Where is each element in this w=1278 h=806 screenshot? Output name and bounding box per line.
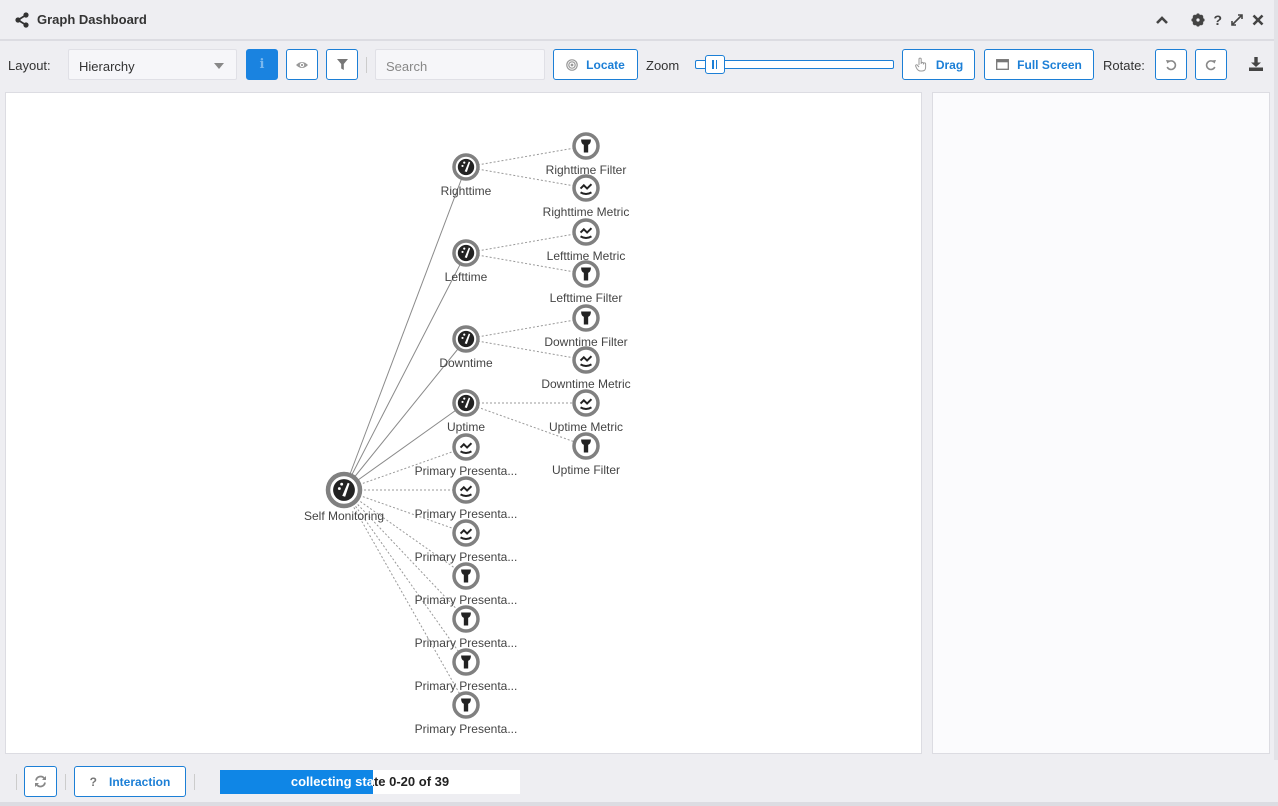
- rotate-right-button[interactable]: [1195, 49, 1227, 80]
- drag-label: Drag: [935, 57, 964, 72]
- info-icon: i: [259, 57, 265, 72]
- toolbar: Layout: Hierarchy i Search Locate Zoom D…: [0, 43, 1278, 88]
- rotate-label: Rotate:: [1103, 58, 1145, 73]
- node-label: Primary Presenta...: [415, 679, 518, 693]
- node-label: Primary Presenta...: [415, 550, 518, 564]
- graph-node[interactable]: Righttime: [441, 153, 492, 198]
- node-label: Lefttime: [445, 270, 488, 284]
- graph-node[interactable]: Primary Presenta...: [415, 476, 518, 521]
- graph-root-node[interactable]: Self Monitoring: [304, 471, 384, 523]
- node-label: Self Monitoring: [304, 509, 384, 523]
- locate-label: Locate: [586, 57, 625, 72]
- eye-icon: [296, 61, 308, 68]
- zoom-label: Zoom: [646, 58, 680, 73]
- footer-divider: [65, 774, 66, 790]
- filter-icon: [336, 59, 348, 70]
- node-label: Primary Presenta...: [415, 464, 518, 478]
- graph-edge: [343, 252, 467, 491]
- footer-bar: ? Interaction collecting state 0-20 of 3…: [0, 760, 1278, 802]
- graph-node[interactable]: Downtime Metric: [541, 346, 631, 391]
- node-label: Primary Presenta...: [415, 593, 518, 607]
- download-icon[interactable]: [1248, 56, 1264, 72]
- graph-node[interactable]: Primary Presenta...: [415, 605, 518, 650]
- node-label: Primary Presenta...: [415, 636, 518, 650]
- window-icon: [996, 59, 1010, 70]
- zoom-slider-handle[interactable]: [704, 55, 725, 74]
- layout-label: Layout:: [8, 58, 51, 73]
- search-placeholder: Search: [386, 59, 428, 74]
- graph-edge: [343, 166, 467, 491]
- node-label: Uptime Filter: [552, 463, 620, 477]
- info-button[interactable]: i: [246, 49, 278, 80]
- dashboard-gauge-icon: [457, 158, 475, 176]
- node-label: Uptime: [447, 420, 485, 434]
- help-icon[interactable]: ?: [1213, 10, 1222, 30]
- progress-text-inverse: collecting state 0-20 of 39: [290, 774, 373, 789]
- graph-node[interactable]: Primary Presenta...: [415, 691, 518, 736]
- full-screen-label: Full Screen: [1017, 57, 1082, 72]
- interaction-label: Interaction: [109, 774, 171, 789]
- graph-node[interactable]: Lefttime: [445, 239, 488, 284]
- graph-svg[interactable]: Righttime Righttime Filter Righttime Metri…: [6, 93, 923, 755]
- node-label: Righttime Metric: [543, 205, 630, 219]
- node-label: Primary Presenta...: [415, 722, 518, 736]
- details-panel: [932, 92, 1270, 754]
- help-icon: ?: [89, 774, 97, 789]
- share-icon: [15, 12, 29, 28]
- node-label: Primary Presenta...: [415, 507, 518, 521]
- title-bar: Graph Dashboard ?: [0, 0, 1278, 41]
- bottom-border: [0, 802, 1278, 806]
- graph-node[interactable]: Primary Presenta...: [415, 519, 518, 564]
- node-label: Lefttime Filter: [550, 291, 623, 305]
- filter-button[interactable]: [326, 49, 358, 80]
- rotate-cw-icon: [1205, 59, 1216, 70]
- graph-node[interactable]: Primary Presenta...: [415, 433, 518, 478]
- graph-canvas[interactable]: Righttime Righttime Filter Righttime Metri…: [5, 92, 922, 754]
- graph-node[interactable]: Primary Presenta...: [415, 562, 518, 607]
- drag-button[interactable]: Drag: [902, 49, 975, 80]
- node-label: Uptime Metric: [549, 420, 623, 434]
- graph-node[interactable]: Lefttime Filter: [550, 260, 623, 305]
- hand-pointer-icon: [914, 57, 926, 72]
- full-screen-button[interactable]: Full Screen: [984, 49, 1094, 80]
- footer-divider: [16, 774, 17, 790]
- collection-progress-bar: collecting state 0-20 of 39 collecting s…: [220, 770, 520, 794]
- graph-node[interactable]: Primary Presenta...: [415, 648, 518, 693]
- graph-node[interactable]: Uptime Filter: [552, 432, 620, 477]
- node-label: Downtime: [439, 356, 493, 370]
- rotate-left-button[interactable]: [1155, 49, 1187, 80]
- footer-divider: [194, 774, 195, 790]
- window-scrollbar[interactable]: [1274, 0, 1278, 806]
- graph-node[interactable]: Uptime Metric: [549, 389, 623, 434]
- refresh-icon: [35, 775, 46, 788]
- graph-node[interactable]: Downtime: [439, 325, 493, 370]
- dashboard-gauge-icon: [457, 394, 475, 412]
- window-title: Graph Dashboard: [37, 12, 147, 27]
- graph-node[interactable]: Righttime Metric: [543, 174, 630, 219]
- layout-select-value: Hierarchy: [79, 59, 135, 74]
- collapse-icon[interactable]: [1155, 10, 1169, 30]
- toolbar-divider: [366, 57, 367, 73]
- refresh-button[interactable]: [24, 766, 57, 797]
- progress-fill: collecting state 0-20 of 39: [220, 770, 373, 794]
- layout-select[interactable]: Hierarchy: [68, 49, 237, 80]
- interaction-button[interactable]: ? Interaction: [74, 766, 186, 797]
- locate-icon: [566, 58, 578, 71]
- node-label: Righttime: [441, 184, 492, 198]
- dashboard-gauge-icon: [333, 479, 355, 501]
- chevron-down-icon: [214, 63, 224, 69]
- graph-node[interactable]: Lefttime Metric: [547, 218, 626, 263]
- close-icon[interactable]: [1252, 10, 1264, 30]
- dashboard-gauge-icon: [457, 330, 475, 348]
- locate-button[interactable]: Locate: [553, 49, 638, 80]
- dashboard-gauge-icon: [457, 244, 475, 262]
- expand-icon[interactable]: [1230, 10, 1244, 30]
- graph-node[interactable]: Downtime Filter: [544, 304, 628, 349]
- search-input[interactable]: Search: [375, 49, 545, 80]
- visibility-button[interactable]: [286, 49, 318, 80]
- rotate-ccw-icon: [1166, 59, 1177, 70]
- graph-node[interactable]: Righttime Filter: [546, 132, 627, 177]
- node-label: Downtime Metric: [541, 377, 630, 391]
- settings-icon[interactable]: [1191, 10, 1205, 30]
